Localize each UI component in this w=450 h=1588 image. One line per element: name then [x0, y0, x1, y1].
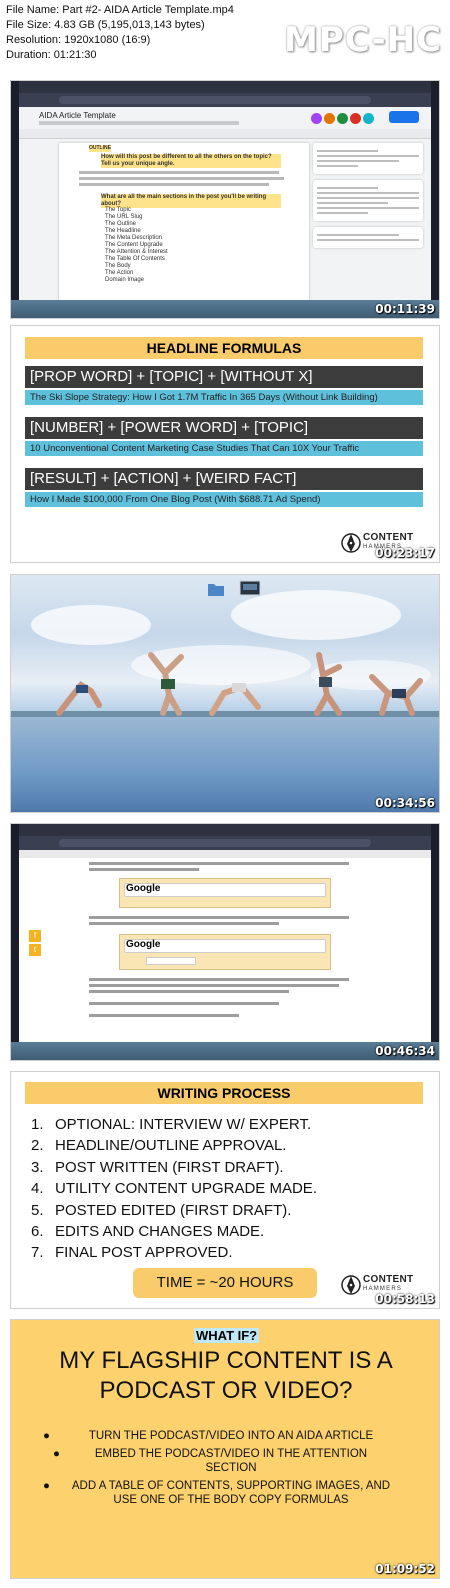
thumbnail-google-docs[interactable]: AIDA Article Template OUTLINE How will t… [10, 80, 440, 319]
thumbnail-headline-formulas[interactable]: HEADLINE FORMULAS [PROP WORD] + [TOPIC] … [10, 325, 440, 563]
section-list: The Topic The URL Slug The Outline The H… [105, 207, 168, 283]
twitter-share-icon: t [29, 944, 41, 956]
time-estimate: TIME = ~20 HOURS [133, 1268, 317, 1298]
timestamp: 00:34:56 [375, 796, 435, 810]
bullet-list: ● TURN THE PODCAST/VIDEO INTO AN AIDA ART… [31, 1429, 431, 1511]
step-item: 2. HEADLINE/OUTLINE APPROVAL. [31, 1137, 287, 1155]
timestamp: 00:46:34 [375, 1044, 435, 1058]
file-name: File Name: Part #2- AIDA Article Templat… [6, 4, 234, 16]
bullet-item: ● ADD A TABLE OF CONTENTS, SUPPORTING IMA… [43, 1479, 391, 1507]
google-screenshot-2: Google [119, 934, 331, 970]
slide-title: WRITING PROCESS [25, 1082, 423, 1104]
person-figure [56, 681, 102, 716]
folder-icon [208, 584, 224, 596]
doc-page: OUTLINE How will this post be different … [59, 143, 309, 300]
person-figure [148, 652, 184, 716]
formula-2-example: 10 Unconventional Content Marketing Case… [25, 441, 423, 456]
thumbnail-photo-desktop[interactable]: 00:34:56 [10, 574, 440, 813]
browser-tabs [19, 824, 431, 836]
outline-tag: OUTLINE [89, 145, 111, 152]
doc-title: AIDA Article Template [39, 111, 116, 120]
formula-3-example: How I Made $100,000 From One Blog Post (… [25, 492, 423, 507]
file-size: File Size: 4.83 GB (5,195,013,143 bytes) [6, 19, 205, 31]
address-bar [19, 93, 431, 107]
person-figure [369, 674, 423, 716]
share-button [389, 111, 419, 123]
person-figure [209, 683, 261, 716]
pen-nib-icon [341, 533, 361, 553]
step-item: 6. EDITS AND CHANGES MADE. [31, 1223, 265, 1241]
collaborator-avatars [311, 111, 381, 124]
bullet-item: ● EMBED THE PODCAST/VIDEO IN THE ATTENTIO… [53, 1447, 368, 1475]
formula-2: [NUMBER] + [POWER WORD] + [TOPIC] [25, 417, 423, 439]
browser-tabs [19, 81, 431, 93]
thumbnail-what-if[interactable]: WHAT IF? MY FLAGSHIP CONTENT IS A PODCAS… [10, 1319, 440, 1579]
thumbnail-writing-process[interactable]: WRITING PROCESS 1. OPTIONAL: INTERVIEW W/… [10, 1071, 440, 1309]
step-item: 1. OPTIONAL: INTERVIEW W/ EXPERT. [31, 1116, 312, 1133]
bullet-item: ● TURN THE PODCAST/VIDEO INTO AN AIDA ART… [43, 1430, 374, 1442]
formula-1-example: The Ski Slope Strategy: How I Got 1.7M T… [25, 390, 423, 405]
brand-logo: MPC-HC [283, 20, 442, 60]
doc-toolbar [19, 129, 431, 139]
address-bar [19, 836, 431, 850]
question-2: What are all the main sections in the po… [101, 194, 281, 208]
resolution: Resolution: 1920x1080 (16:9) [6, 34, 151, 46]
timestamp: 01:09:52 [375, 1562, 435, 1576]
google-screenshot-1: Google [119, 878, 331, 908]
doc-menu [39, 121, 239, 125]
process-steps: 1. OPTIONAL: INTERVIEW W/ EXPERT. 2. HEADL… [31, 1114, 317, 1264]
timestamp: 00:11:39 [375, 302, 435, 316]
screen-icon [239, 580, 261, 596]
docs-window: AIDA Article Template OUTLINE How will t… [19, 107, 431, 300]
pen-nib-icon [341, 1275, 361, 1295]
what-if-label: WHAT IF? [194, 1328, 260, 1343]
person-figure [314, 652, 342, 716]
facebook-share-icon: f [29, 930, 41, 942]
question-heading: MY FLAGSHIP CONTENT IS A PODCAST OR VIDE… [59, 1347, 393, 1404]
question-1: How will this post be different to all t… [101, 154, 281, 168]
slide-title: HEADLINE FORMULAS [25, 337, 423, 359]
comments-panel [313, 143, 423, 300]
step-item: 3. POST WRITTEN (FIRST DRAFT). [31, 1158, 284, 1176]
thumbnail-browser-article[interactable]: Google Google f t 00:46:34 [10, 823, 440, 1061]
step-item: 7. FINAL POST APPROVED. [31, 1244, 233, 1262]
step-item: 5. POSTED EDITED (FIRST DRAFT). [31, 1201, 292, 1219]
file-info-header: File Name: Part #2- AIDA Article Templat… [0, 0, 450, 78]
formula-3: [RESULT] + [ACTION] + [WEIRD FACT] [25, 468, 423, 490]
timestamp: 00:58:13 [375, 1292, 435, 1306]
article-page: Google Google f t [19, 850, 431, 1042]
step-item: 4. UTILITY CONTENT UPGRADE MADE. [31, 1180, 317, 1198]
duration: Duration: 01:21:30 [6, 49, 97, 61]
timestamp: 00:23:17 [375, 546, 435, 560]
formula-1: [PROP WORD] + [TOPIC] + [WITHOUT X] [25, 366, 423, 388]
